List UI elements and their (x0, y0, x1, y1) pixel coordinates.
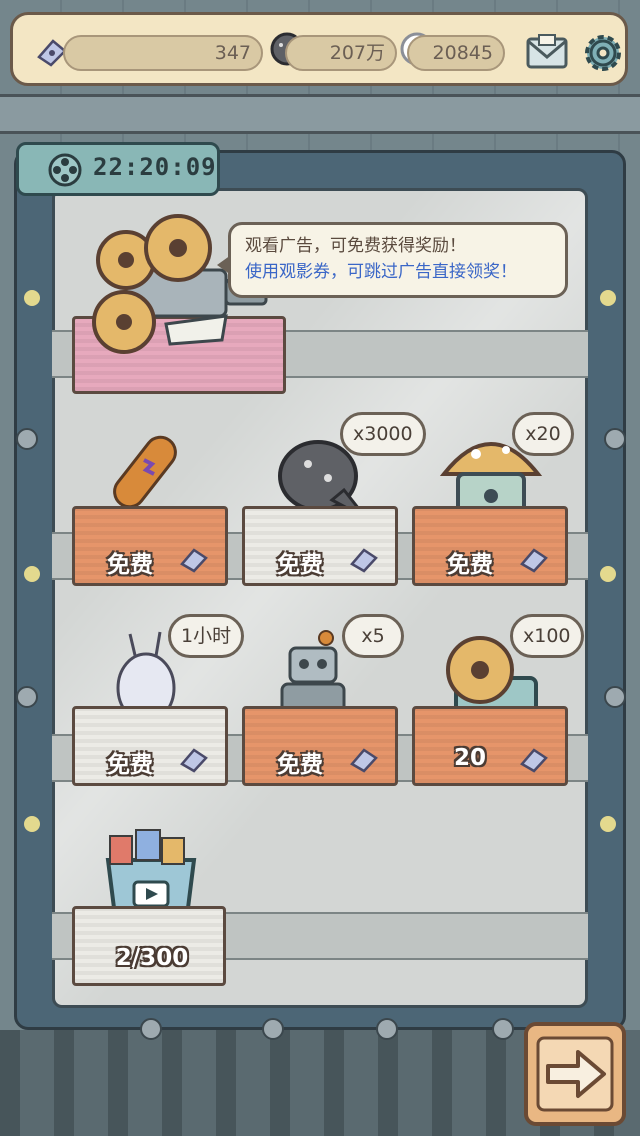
frame-screw (492, 1018, 514, 1040)
reward-slot[interactable]: 免费 (72, 506, 228, 586)
slot-label: 免费 (447, 552, 493, 578)
refresh-timer: 22:20:09 (16, 142, 220, 196)
ticket-icon (520, 548, 548, 573)
gray-currency-count: 207万 (285, 35, 397, 71)
frame-screw (604, 428, 626, 450)
frame-bolt (600, 816, 616, 832)
frame-bolt (600, 290, 616, 306)
frame-screw (376, 1018, 398, 1040)
ad-progress: 2/300 (115, 945, 189, 971)
next-button[interactable] (524, 1022, 626, 1126)
top-hud: 347 207万 20845 (10, 12, 628, 86)
reward-slot[interactable]: 免费 (242, 706, 398, 786)
timer-text: 22:20:09 (93, 153, 217, 181)
reward-quantity: x20 (512, 412, 574, 456)
reward-slot[interactable]: 免费 (412, 506, 568, 586)
slot-price: 20 (453, 745, 486, 771)
ad-info-line2: 使用观影券，可跳过广告直接领奖！ (245, 262, 517, 282)
reward-quantity: x100 (510, 614, 584, 658)
frame-bolt (24, 290, 40, 306)
ticket-icon (180, 548, 208, 573)
frame-screw (16, 686, 38, 708)
reward-quantity: x3000 (340, 412, 426, 456)
mail-icon[interactable] (525, 33, 569, 73)
slot-label: 免费 (277, 752, 323, 778)
ticket-icon (350, 748, 378, 773)
reward-slot[interactable]: 20 (412, 706, 568, 786)
film-reel-icon (48, 153, 82, 187)
white-currency-count: 20845 (407, 35, 505, 71)
frame-bolt (24, 816, 40, 832)
ticket-icon (350, 548, 378, 573)
progress-slot[interactable]: 2/300 (72, 906, 226, 986)
slot-label: 免费 (107, 752, 153, 778)
bubble-tail (217, 255, 231, 275)
top-beam (0, 94, 640, 134)
arrow-right-icon (536, 1036, 614, 1112)
slot-label: 免费 (277, 552, 323, 578)
frame-screw (262, 1018, 284, 1040)
ticket-icon (520, 748, 548, 773)
reward-slot[interactable]: 免费 (72, 706, 228, 786)
ticket-count: 347 (63, 35, 263, 71)
ticket-icon (180, 748, 208, 773)
gear-icon[interactable] (579, 29, 627, 77)
ad-info-line1: 观看广告，可免费获得奖励！ (245, 236, 466, 256)
frame-screw (16, 428, 38, 450)
frame-screw (140, 1018, 162, 1040)
slot-label: 免费 (107, 552, 153, 578)
ad-info-bubble: 观看广告，可免费获得奖励！ 使用观影券，可跳过广告直接领奖！ (217, 222, 568, 298)
frame-bolt (600, 566, 616, 582)
reward-slot[interactable]: 免费 (242, 506, 398, 586)
reward-quantity: x5 (342, 614, 404, 658)
frame-bolt (24, 566, 40, 582)
frame-screw (604, 686, 626, 708)
reward-duration: 1小时 (168, 614, 245, 658)
